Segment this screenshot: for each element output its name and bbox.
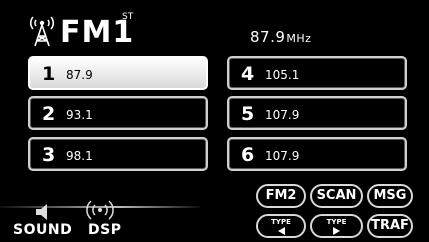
speaker-icon[interactable] [33,202,57,222]
sound-button[interactable]: SOUND [13,222,72,238]
frequency-value: 87.9 [250,28,286,46]
radio-screen: FM1 ST 87.9MHz 1 87.9 2 93.1 3 98.1 4 10… [0,0,429,242]
preset-frequency: 107.9 [265,108,300,122]
preset-frequency: 87.9 [66,68,93,82]
stereo-indicator: ST [122,12,134,22]
msg-button[interactable]: MSG [367,184,413,208]
dsp-icon[interactable] [84,198,116,222]
type-next-button[interactable]: TYPE [310,214,363,238]
type-prev-button[interactable]: TYPE [256,214,306,238]
preset-button-6[interactable]: 6 107.9 [227,137,407,171]
preset-button-4[interactable]: 4 105.1 [227,56,407,90]
preset-frequency: 107.9 [265,149,300,163]
type-label: TYPE [326,217,347,226]
arrow-right-icon [333,226,340,235]
preset-frequency: 98.1 [66,149,93,163]
fm2-button[interactable]: FM2 [256,184,306,208]
frequency-unit: MHz [286,32,312,45]
scan-button[interactable]: SCAN [310,184,363,208]
preset-button-1[interactable]: 1 87.9 [28,56,208,90]
preset-number: 5 [241,103,255,125]
preset-number: 6 [241,144,255,166]
preset-frequency: 105.1 [265,68,300,82]
traf-button[interactable]: TRAF [367,214,413,238]
current-frequency: 87.9MHz [250,27,311,49]
radio-tower-icon [29,16,55,47]
type-label: TYPE [271,217,291,226]
preset-number: 2 [42,103,56,125]
dsp-button[interactable]: DSP [88,222,121,238]
preset-number: 4 [241,63,255,85]
arrow-left-icon [277,226,285,235]
preset-button-5[interactable]: 5 107.9 [227,96,407,130]
preset-number: 3 [42,144,56,166]
preset-button-3[interactable]: 3 98.1 [28,137,208,171]
preset-frequency: 93.1 [66,108,93,122]
preset-button-2[interactable]: 2 93.1 [28,96,208,130]
preset-number: 1 [42,63,56,85]
